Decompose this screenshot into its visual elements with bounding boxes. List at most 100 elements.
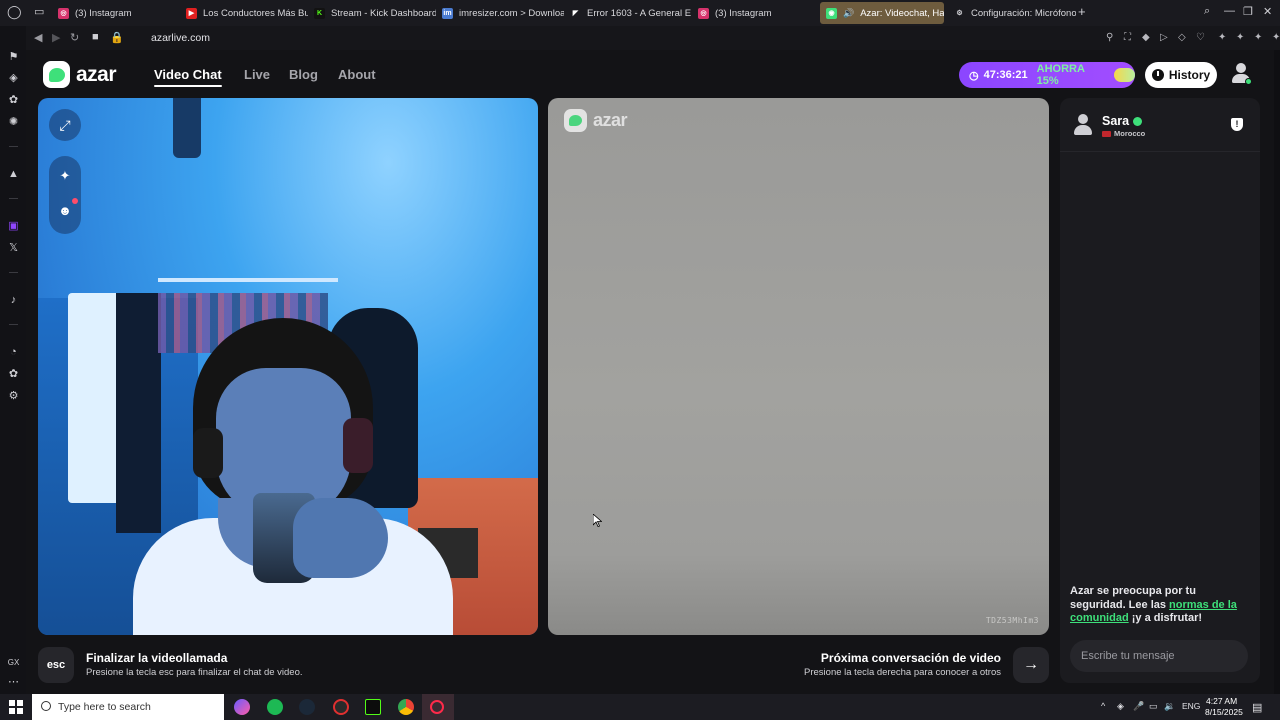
tab-settings-microphone[interactable]: ⚙ Configuración: Micrófono: [948, 2, 1076, 24]
next-chat-description: Presione la tecla derecha para conocer a…: [804, 667, 1001, 678]
local-video-feed: ⤢ ✦ ☻: [38, 98, 538, 635]
windows-taskbar: Type here to search ^ ◈ 🎤 ▭ 🔉 ENG 4:27 A…: [0, 694, 1280, 720]
hanging-jacket: [116, 293, 161, 533]
microphone-icon[interactable]: 🎤: [1133, 701, 1144, 712]
nav-about[interactable]: About: [338, 67, 376, 82]
sidebar-divider: [9, 198, 18, 199]
azar-icon: ◉: [826, 7, 837, 19]
history-button[interactable]: History: [1145, 62, 1217, 88]
url-text[interactable]: azarlive.com: [151, 32, 210, 44]
volume-icon[interactable]: 🔉: [1164, 701, 1175, 712]
aria-ai-icon[interactable]: ▲: [7, 168, 20, 181]
steam-icon[interactable]: [299, 699, 315, 715]
notifications-icon[interactable]: ▤: [1252, 701, 1262, 714]
taskbar-search[interactable]: Type here to search: [32, 694, 224, 720]
azar-logo[interactable]: azar: [43, 61, 117, 88]
message-input[interactable]: [1070, 640, 1248, 672]
tab-kick-dashboard[interactable]: K Stream - Kick Dashboard: [308, 2, 436, 24]
instagram-icon: ◎: [58, 7, 69, 19]
extension-icon[interactable]: ✺: [7, 116, 20, 129]
promo-timer: 47:36:21: [983, 69, 1028, 81]
site-icon: ◤: [570, 7, 581, 19]
vpn-icon[interactable]: ◆: [1142, 32, 1150, 43]
camera-icon[interactable]: ■: [92, 31, 99, 43]
reload-icon[interactable]: ↻: [70, 31, 79, 44]
more-icon[interactable]: ⋯: [7, 676, 20, 689]
expand-icon: ⤢: [59, 116, 71, 133]
forward-icon[interactable]: ▶: [52, 31, 60, 44]
tab-imresizer[interactable]: im imresizer.com > Downloa: [436, 2, 564, 24]
sidebar-divider: [9, 272, 18, 273]
clothes-rack: [158, 278, 338, 282]
tab-manager-icon[interactable]: ▭: [34, 5, 44, 18]
extension-icon[interactable]: ✦: [1272, 32, 1280, 43]
peer-avatar[interactable]: [1074, 114, 1092, 136]
headphones-right: [343, 418, 373, 473]
extension-icon[interactable]: ✦: [1236, 32, 1244, 43]
tab-instagram-2[interactable]: ◎ (3) Instagram: [692, 2, 820, 24]
audio-playing-icon[interactable]: 🔊: [843, 8, 854, 19]
face-filter-icon[interactable]: ☻: [57, 203, 73, 219]
profile-icon[interactable]: [1230, 62, 1252, 86]
search-tabs-icon[interactable]: ⌕: [1204, 5, 1210, 18]
twitch-icon[interactable]: ▣: [7, 220, 20, 233]
next-chat-title: Próxima conversación de video: [820, 651, 1001, 665]
tray-chevron-icon[interactable]: ^: [1101, 701, 1105, 711]
search-icon: [41, 701, 51, 711]
settings-icon[interactable]: ⚙: [7, 390, 20, 403]
restore-icon[interactable]: ❐: [1243, 5, 1253, 18]
online-dot: [1245, 78, 1252, 85]
windows-start-icon[interactable]: [9, 700, 23, 714]
tab-instagram[interactable]: ◎ (3) Instagram: [52, 2, 180, 24]
promo-badge[interactable]: ◷ 47:36:21 AHORRA 15%: [959, 62, 1135, 88]
language-indicator[interactable]: ENG: [1182, 701, 1200, 711]
copilot-icon[interactable]: [234, 699, 250, 715]
tray-app-icon[interactable]: ◈: [1117, 701, 1124, 712]
clock-date[interactable]: 8/15/2025: [1205, 707, 1243, 717]
new-tab-icon[interactable]: +: [1078, 4, 1086, 19]
clock-time[interactable]: 4:27 AM: [1206, 696, 1237, 706]
obs-icon[interactable]: [333, 699, 349, 715]
player-icon[interactable]: ▷: [1160, 32, 1168, 43]
tab-azar-active[interactable]: ◉ 🔊 Azar: Videochat, Haz: [820, 2, 944, 24]
next-chat-button[interactable]: →: [1013, 647, 1049, 683]
x-twitter-icon[interactable]: 𝕏: [7, 242, 20, 255]
expand-view-button[interactable]: ⤢: [49, 109, 81, 141]
network-icon[interactable]: ▭: [1149, 701, 1158, 712]
heart-icon[interactable]: ♡: [1196, 32, 1205, 43]
kick-app-icon[interactable]: [365, 699, 381, 715]
address-bar: ◀ ▶ ↻ ■ 🔒 azarlive.com ⚲ ⛶ ◆ ▷ ◇ ♡ ✦ ✦ ✦…: [26, 26, 1280, 50]
end-call-button[interactable]: esc: [38, 647, 74, 683]
report-icon[interactable]: !: [1231, 118, 1243, 131]
game-icon[interactable]: ✿: [7, 368, 20, 381]
opera-gx-icon[interactable]: [430, 700, 444, 714]
pin-icon[interactable]: ⚲: [1106, 32, 1113, 43]
wallet-icon[interactable]: ◇: [1178, 32, 1186, 43]
tab-error-1603[interactable]: ◤ Error 1603 - A General E: [564, 2, 692, 24]
minimize-icon[interactable]: —: [1224, 5, 1235, 17]
snapshot-icon[interactable]: ⛶: [1124, 32, 1131, 43]
spotify-icon[interactable]: [267, 699, 283, 715]
chrome-icon[interactable]: [398, 699, 414, 715]
opera-menu-icon[interactable]: ◯: [7, 4, 22, 20]
sidebar-divider: [9, 324, 18, 325]
nav-live[interactable]: Live: [244, 67, 270, 82]
aria-icon[interactable]: ⚑: [7, 51, 20, 64]
browser-tab-strip: ◯ ▭ ◎ (3) Instagram ▶ Los Conductores Má…: [0, 0, 1280, 26]
gx-corner-icon[interactable]: GX: [7, 656, 20, 669]
nav-blog[interactable]: Blog: [289, 67, 318, 82]
back-icon[interactable]: ◀: [34, 31, 42, 44]
crypto-wallet-icon[interactable]: ◈: [7, 72, 20, 85]
lock-icon[interactable]: 🔒: [110, 31, 124, 44]
close-icon[interactable]: ✕: [1263, 5, 1272, 18]
tab-youtube[interactable]: ▶ Los Conductores Más Bu: [180, 2, 308, 24]
end-call-description: Presione la tecla esc para finalizar el …: [86, 667, 303, 678]
music-icon[interactable]: ♪: [7, 294, 20, 307]
history-icon[interactable]: ◔: [7, 346, 20, 359]
game-icon[interactable]: ✿: [7, 94, 20, 107]
nav-video-chat[interactable]: Video Chat: [154, 67, 222, 87]
remote-watermark-logo: azar: [564, 109, 628, 132]
extension-icon[interactable]: ✦: [1218, 32, 1226, 43]
sparkle-effects-icon[interactable]: ✦: [57, 168, 73, 184]
extension-icon[interactable]: ✦: [1254, 32, 1262, 43]
